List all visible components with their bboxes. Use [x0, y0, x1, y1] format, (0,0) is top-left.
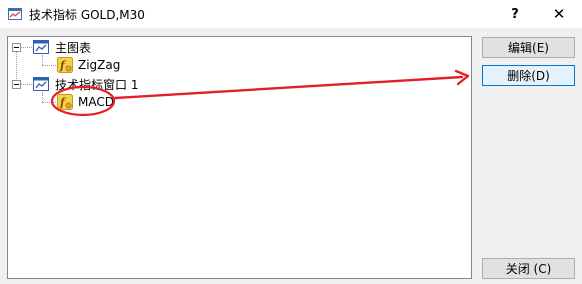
tree-connector	[42, 92, 43, 102]
close-window-button[interactable]: ✕	[537, 0, 581, 28]
tree-node-label: MACD	[78, 95, 114, 109]
tree-node-zigzag[interactable]: f ZigZag	[57, 56, 120, 74]
tree-connector	[21, 84, 32, 85]
tree-node-label: 技术指标窗口 1	[55, 77, 139, 92]
chart-window-icon	[33, 77, 49, 91]
tree-node-indicator-window[interactable]: 技术指标窗口 1	[33, 75, 138, 93]
tree-connector	[42, 65, 56, 66]
tree-connector	[42, 55, 43, 65]
indicator-list-icon	[8, 8, 22, 20]
custom-indicator-icon: f	[57, 57, 73, 73]
tree-connector	[42, 102, 56, 103]
window-title: 技术指标 GOLD,M30	[29, 8, 145, 22]
close-button[interactable]: 关闭 (C)	[482, 258, 575, 279]
tree-node-main-chart[interactable]: 主图表	[33, 38, 91, 56]
title-bar: 技术指标 GOLD,M30 ? ✕	[0, 0, 582, 28]
tree-node-label: 主图表	[55, 40, 92, 55]
help-button[interactable]: ?	[493, 0, 537, 28]
delete-button[interactable]: 删除(D)	[482, 65, 575, 86]
edit-button[interactable]: 编辑(E)	[482, 37, 575, 58]
tree-connector	[21, 47, 32, 48]
chart-window-icon	[33, 40, 49, 54]
collapse-main-chart-toggle[interactable]	[12, 43, 21, 52]
custom-indicator-icon: f	[57, 94, 73, 110]
collapse-indicator-window-toggle[interactable]	[12, 80, 21, 89]
indicator-tree[interactable]: 主图表 f ZigZag 技术指标窗口 1 f MACD	[7, 36, 472, 279]
tree-node-macd[interactable]: f MACD	[57, 93, 114, 111]
tree-node-label: ZigZag	[78, 58, 121, 72]
